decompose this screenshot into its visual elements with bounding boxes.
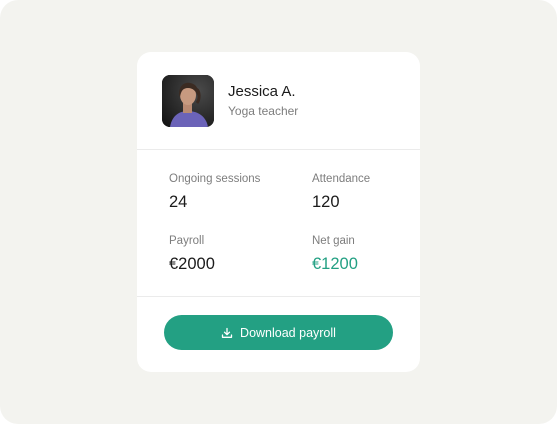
download-payroll-button[interactable]: Download payroll	[164, 315, 393, 350]
avatar-photo	[162, 75, 214, 127]
teacher-name: Jessica A.	[228, 83, 296, 100]
download-payroll-label: Download payroll	[240, 325, 336, 340]
avatar	[162, 75, 214, 127]
stat-ongoing-sessions: Ongoing sessions 24	[169, 172, 260, 212]
stat-value: 24	[169, 193, 188, 211]
profile-header: Jessica A. Yoga teacher	[137, 52, 420, 149]
teacher-role: Yoga teacher	[228, 104, 299, 118]
stat-label: Attendance	[312, 173, 371, 185]
stat-label: Payroll	[169, 235, 205, 247]
download-icon	[221, 327, 233, 339]
divider	[137, 296, 420, 297]
stat-value: €1200	[312, 255, 358, 273]
stat-net-gain: Net gain €1200	[312, 234, 358, 274]
page-background: Jessica A. Yoga teacher Ongoing sessions…	[0, 0, 557, 424]
teacher-card: Jessica A. Yoga teacher Ongoing sessions…	[137, 52, 420, 372]
stat-label: Ongoing sessions	[169, 173, 261, 185]
stat-value: 120	[312, 193, 340, 211]
stat-value: €2000	[169, 255, 215, 273]
stat-label: Net gain	[312, 235, 355, 247]
stat-payroll: Payroll €2000	[169, 234, 215, 274]
divider	[137, 149, 420, 150]
stat-attendance: Attendance 120	[312, 172, 370, 212]
